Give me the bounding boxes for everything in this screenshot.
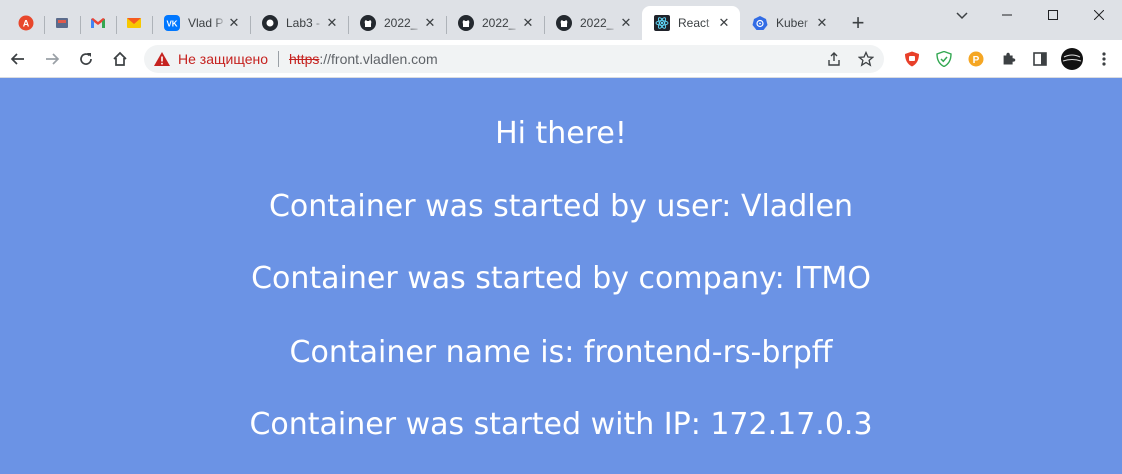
tab-search-button[interactable]: [948, 6, 976, 26]
bookmark-button[interactable]: [854, 47, 878, 71]
adblock-icon: A: [18, 15, 34, 31]
ublock-extension-button[interactable]: [900, 47, 924, 71]
github-icon: [360, 15, 376, 31]
side-panel-button[interactable]: [1028, 47, 1052, 71]
close-icon[interactable]: ✕: [226, 15, 242, 31]
close-icon[interactable]: ✕: [422, 15, 438, 31]
pinned-tab-yandex-mail[interactable]: [116, 6, 152, 40]
maximize-button[interactable]: [1030, 0, 1076, 30]
github-dark-icon: [262, 15, 278, 31]
shield-check-icon: [936, 50, 952, 67]
minimize-icon: [1002, 14, 1012, 16]
close-window-button[interactable]: [1076, 0, 1122, 30]
security-indicator[interactable]: Не защищено: [154, 50, 289, 67]
maximize-icon: [1048, 10, 1058, 20]
puzzle-icon: [1003, 52, 1016, 64]
tab-github-2[interactable]: 2022_ ✕: [446, 6, 544, 40]
github-icon: [458, 15, 474, 31]
tab-title: 2022_: [482, 16, 516, 30]
url-scheme: https: [289, 50, 320, 67]
tab-strip: A VK Vlad P ✕ Lab3 - ✕ 2022_ ✕ 2022_ ✕ 2…: [0, 0, 1122, 40]
divider: [278, 50, 279, 67]
tab-title: 2022_: [384, 16, 418, 30]
extensions-button[interactable]: [996, 47, 1020, 71]
tab-lab3[interactable]: Lab3 - ✕: [250, 6, 348, 40]
address-bar-actions: [822, 47, 878, 71]
toolbar: Не защищено https://front.vladlen.com P: [0, 40, 1122, 78]
pinned-tab-app[interactable]: [44, 6, 80, 40]
window-controls: [984, 0, 1122, 30]
kubernetes-icon: [752, 15, 768, 31]
tab-title: 2022_: [580, 16, 614, 30]
page-content: Hi there! Container was started by user:…: [0, 78, 1122, 474]
browser-chrome: A VK Vlad P ✕ Lab3 - ✕ 2022_ ✕ 2022_ ✕ 2…: [0, 0, 1122, 78]
tab-github-3[interactable]: 2022_ ✕: [544, 6, 642, 40]
tab-title: React: [678, 16, 710, 30]
arrow-right-icon: [46, 52, 60, 65]
orange-extension-button[interactable]: P: [964, 47, 988, 71]
tab-title: Lab3 -: [286, 16, 321, 30]
star-icon: [858, 50, 874, 67]
close-icon[interactable]: ✕: [814, 15, 830, 31]
close-icon[interactable]: ✕: [324, 15, 340, 31]
yandex-mail-icon: [127, 18, 141, 28]
shield-extension-button[interactable]: [932, 47, 956, 71]
tab-github-1[interactable]: 2022_ ✕: [348, 6, 446, 40]
greeting-text: Hi there!: [495, 116, 627, 151]
ip-line: Container was started with IP: 172.17.0.…: [249, 407, 873, 442]
tab-kubernetes[interactable]: Kuber ✕: [740, 6, 838, 40]
company-line: Container was started by company: ITMO: [251, 261, 871, 296]
close-icon: [1094, 10, 1104, 20]
ublock-icon: [905, 51, 919, 66]
side-panel-icon: [1033, 51, 1047, 66]
svg-text:P: P: [973, 55, 980, 66]
app-icon: [56, 18, 68, 28]
minimize-button[interactable]: [984, 0, 1030, 30]
svg-text:VK: VK: [166, 20, 177, 29]
url-text[interactable]: https://front.vladlen.com: [289, 51, 822, 67]
pinned-tab-gmail[interactable]: [80, 6, 116, 40]
back-button[interactable]: [2, 43, 34, 75]
close-icon[interactable]: ✕: [618, 15, 634, 31]
close-icon[interactable]: ✕: [716, 15, 732, 31]
coin-icon: P: [968, 51, 984, 66]
security-label: Не защищено: [178, 50, 268, 67]
url-rest: ://front.vladlen.com: [319, 50, 438, 67]
user-line: Container was started by user: Vladlen: [268, 189, 854, 224]
address-bar[interactable]: Не защищено https://front.vladlen.com: [144, 44, 884, 73]
react-icon: [654, 15, 670, 31]
tab-title: Kuber: [776, 16, 809, 30]
chevron-down-icon: [956, 12, 968, 20]
container-name-line: Container name is: frontend-rs-brpff: [289, 335, 833, 370]
avatar: [1061, 47, 1083, 70]
kebab-menu-icon: [1102, 51, 1106, 66]
vk-icon: VK: [164, 15, 180, 31]
github-icon: [556, 15, 572, 31]
forward-button[interactable]: [36, 43, 68, 75]
profile-avatar[interactable]: [1060, 47, 1084, 71]
tab-react[interactable]: React ✕: [642, 6, 740, 40]
svg-text:A: A: [23, 19, 30, 29]
home-button[interactable]: [104, 43, 136, 75]
menu-button[interactable]: [1092, 47, 1116, 71]
tab-vk[interactable]: VK Vlad P ✕: [152, 6, 250, 40]
reload-button[interactable]: [70, 43, 102, 75]
share-button[interactable]: [822, 47, 846, 71]
tab-title: Vlad P: [188, 16, 224, 30]
home-icon: [113, 51, 127, 66]
pinned-tab-adblock[interactable]: A: [8, 6, 44, 40]
close-icon[interactable]: ✕: [520, 15, 536, 31]
extensions-area: P: [900, 47, 1116, 71]
new-tab-button[interactable]: +: [844, 9, 872, 37]
reload-icon: [80, 52, 92, 65]
arrow-left-icon: [10, 52, 24, 65]
warning-icon: [154, 51, 170, 66]
gmail-icon: [91, 18, 105, 28]
share-icon: [828, 51, 840, 66]
